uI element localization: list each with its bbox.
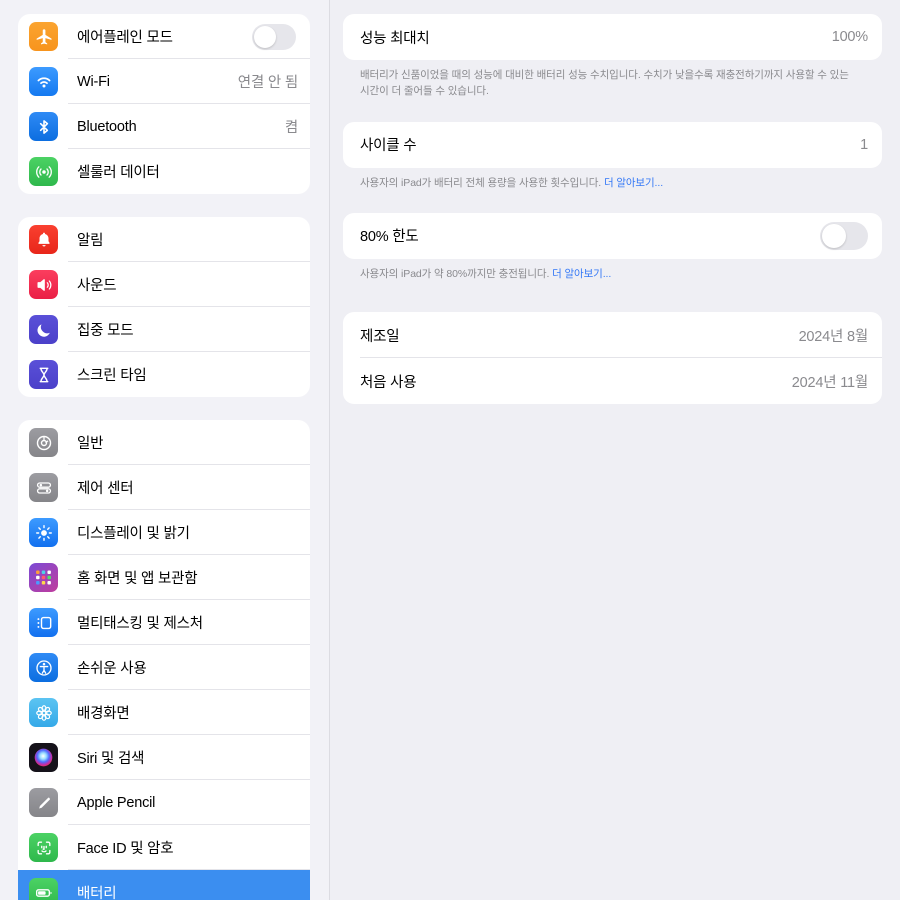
face-id-icon: [29, 833, 58, 862]
cycle-count-footnote-text: 사용자의 iPad가 배터리 전체 용량을 사용한 횟수입니다.: [360, 176, 602, 189]
sidebar-item-control-center[interactable]: 제어 센터: [18, 465, 310, 510]
battery-detail-panel: 성능 최대치 100% 배터리가 신품이었을 때의 성능에 대비한 배터리 성능…: [330, 0, 900, 900]
sidebar-item-gear[interactable]: 일반: [18, 420, 310, 465]
sidebar-item-battery[interactable]: 배터리: [18, 870, 310, 900]
sidebar-item-label: 손쉬운 사용: [77, 661, 147, 677]
accessibility-icon: [29, 653, 58, 682]
airplane-toggle-knob: [254, 25, 276, 48]
sidebar-item-pencil[interactable]: Apple Pencil: [18, 780, 310, 825]
limit-80-toggle[interactable]: [820, 221, 868, 250]
sidebar-item-bell[interactable]: 알림: [18, 217, 310, 262]
bluetooth-icon: [29, 112, 58, 141]
sidebar-item-label: 집중 모드: [77, 323, 134, 339]
sidebar-item-speaker[interactable]: 사운드: [18, 262, 310, 307]
first-use-label: 처음 사용: [360, 374, 417, 391]
cycle-count-label: 사이클 수: [360, 138, 417, 155]
limit-80-toggle-knob: [822, 223, 846, 248]
limit-80-label: 80% 한도: [360, 229, 419, 246]
airplane-icon: [29, 22, 58, 51]
cycle-count-card: 사이클 수 1: [343, 121, 882, 168]
sidebar-divider: [329, 0, 330, 900]
limit-80-card: 80% 한도: [343, 212, 882, 259]
cycle-count-row[interactable]: 사이클 수 1: [343, 122, 882, 168]
limit-80-row[interactable]: 80% 한도: [343, 213, 882, 259]
sidebar-item-label: 배경화면: [77, 706, 130, 722]
speaker-icon: [29, 270, 58, 299]
dates-card: 제조일 2024년 8월 처음 사용 2024년 11월: [343, 312, 882, 405]
sidebar-item-value: 켬: [284, 120, 298, 136]
cellular-icon: [29, 157, 58, 186]
sidebar-item-brightness[interactable]: 디스플레이 및 밝기: [18, 510, 310, 555]
sidebar-item-label: Siri 및 검색: [77, 751, 145, 767]
hourglass-icon: [29, 360, 58, 389]
sidebar-item-label: 에어플레인 모드: [77, 30, 173, 46]
sidebar-item-label: 멀티태스킹 및 제스처: [77, 616, 203, 632]
manufacture-date-row: 제조일 2024년 8월: [343, 312, 882, 359]
sidebar-item-label: 배터리: [77, 886, 117, 900]
sidebar-item-airplane[interactable]: 에어플레인 모드: [18, 14, 310, 59]
battery-icon: [29, 878, 58, 900]
wifi-icon: [29, 67, 58, 96]
brightness-icon: [29, 518, 58, 547]
sidebar-item-label: 사운드: [77, 278, 117, 294]
sidebar-item-label: 디스플레이 및 밝기: [77, 526, 190, 542]
max-capacity-label: 성능 최대치: [360, 30, 430, 47]
settings-sidebar[interactable]: 에어플레인 모드 Wi-Fi 연결 안 됨 Bluetooth 켬셀룰러 데이터알림사운…: [0, 0, 330, 900]
sidebar-item-home-screen[interactable]: 홈 화면 및 앱 보관함: [18, 555, 310, 600]
sidebar-item-cellular[interactable]: 셀룰러 데이터: [18, 149, 310, 194]
sidebar-item-label: 알림: [77, 233, 104, 249]
sidebar-item-moon[interactable]: 집중 모드: [18, 307, 310, 352]
max-capacity-footnote: 배터리가 신품이었을 때의 성능에 대비한 배터리 성능 수치입니다. 수치가 …: [360, 69, 849, 98]
first-use-value: 2024년 11월: [791, 374, 868, 391]
limit-80-footnote: 사용자의 iPad가 약 80%까지만 충전됩니다. 더 알아보기...: [343, 259, 882, 282]
manufacture-date-value: 2024년 8월: [798, 328, 869, 345]
gear-icon: [29, 428, 58, 457]
moon-icon: [29, 315, 58, 344]
sidebar-item-label: 제어 센터: [77, 481, 134, 497]
limit-80-footnote-text: 사용자의 iPad가 약 80%까지만 충전됩니다.: [360, 267, 550, 280]
sidebar-group-connectivity: 에어플레인 모드 Wi-Fi 연결 안 됨 Bluetooth 켬셀룰러 데이터: [18, 14, 310, 194]
sidebar-item-label: 스크린 타임: [77, 368, 147, 384]
cycle-count-value: 1: [860, 136, 868, 153]
sidebar-item-bluetooth[interactable]: Bluetooth 켬: [18, 104, 310, 149]
multitasking-icon: [29, 608, 58, 637]
sidebar-item-wifi[interactable]: Wi-Fi 연결 안 됨: [18, 59, 310, 104]
sidebar-item-multitasking[interactable]: 멀티태스킹 및 제스처: [18, 600, 310, 645]
max-capacity-value: 100%: [831, 29, 868, 45]
limit-80-learn-more-link[interactable]: 더 알아보기...: [552, 268, 611, 280]
sidebar-item-value: 연결 안 됨: [237, 75, 298, 91]
sidebar-item-label: Apple Pencil: [77, 794, 156, 811]
sidebar-group-notifications: 알림사운드집중 모드스크린 타임: [18, 217, 310, 397]
sidebar-item-wallpaper[interactable]: 배경화면: [18, 690, 310, 735]
pencil-icon: [29, 788, 58, 817]
siri-icon: [29, 743, 58, 772]
sidebar-item-label: 일반: [77, 436, 104, 452]
cycle-count-learn-more-link[interactable]: 더 알아보기...: [604, 177, 663, 189]
wallpaper-icon: [29, 698, 58, 727]
sidebar-item-label: Bluetooth: [77, 118, 137, 135]
sidebar-group-system: 일반제어 센터디스플레이 및 밝기홈 화면 및 앱 보관함멀티태스킹 및 제스처…: [18, 420, 310, 900]
settings-app: 에어플레인 모드 Wi-Fi 연결 안 됨 Bluetooth 켬셀룰러 데이터알림사운…: [0, 0, 900, 900]
bell-icon: [29, 225, 58, 254]
sidebar-item-label: 홈 화면 및 앱 보관함: [77, 571, 198, 587]
first-use-row: 처음 사용 2024년 11월: [343, 358, 882, 404]
cycle-count-footnote: 사용자의 iPad가 배터리 전체 용량을 사용한 횟수입니다. 더 알아보기.…: [343, 168, 882, 191]
control-center-icon: [29, 473, 58, 502]
home-screen-icon: [29, 563, 58, 592]
sidebar-item-label: 셀룰러 데이터: [77, 165, 160, 181]
sidebar-item-hourglass[interactable]: 스크린 타임: [18, 352, 310, 397]
max-capacity-card: 성능 최대치 100%: [343, 14, 882, 60]
sidebar-item-siri[interactable]: Siri 및 검색: [18, 735, 310, 780]
sidebar-item-label: Wi-Fi: [77, 73, 110, 90]
sidebar-item-label: Face ID 및 암호: [77, 841, 174, 857]
max-capacity-row[interactable]: 성능 최대치 100%: [343, 14, 882, 60]
manufacture-date-label: 제조일: [360, 328, 400, 345]
sidebar-item-face-id[interactable]: Face ID 및 암호: [18, 825, 310, 870]
airplane-toggle[interactable]: [252, 23, 296, 50]
sidebar-item-accessibility[interactable]: 손쉬운 사용: [18, 645, 310, 690]
